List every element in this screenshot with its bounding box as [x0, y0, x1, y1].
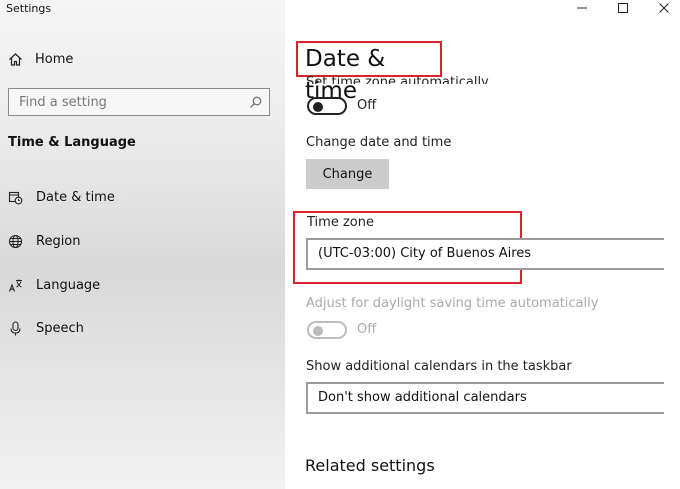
- minimize-button[interactable]: [570, 0, 594, 16]
- daylight-saving-state: Off: [357, 322, 377, 337]
- sidebar-item-label: Date & time: [36, 189, 115, 205]
- microphone-icon: [8, 320, 23, 336]
- set-timezone-auto-label: Set time zone automatically: [306, 75, 489, 84]
- sidebar-item-speech[interactable]: Speech: [8, 319, 84, 337]
- set-timezone-auto-state: Off: [357, 98, 377, 113]
- language-icon: [8, 278, 23, 293]
- search-input[interactable]: Find a setting: [8, 88, 270, 116]
- window-title: Settings: [6, 2, 52, 15]
- maximize-icon: [618, 3, 628, 13]
- maximize-button[interactable]: [611, 0, 635, 16]
- close-icon: [659, 3, 669, 13]
- additional-calendars-label: Show additional calendars in the taskbar: [306, 359, 572, 374]
- change-date-time-label: Change date and time: [306, 135, 452, 150]
- home-icon: [8, 52, 23, 67]
- sidebar-item-label: Speech: [36, 320, 84, 336]
- minimize-icon: [577, 7, 587, 9]
- home-label: Home: [35, 51, 74, 67]
- set-timezone-auto-toggle[interactable]: [307, 97, 347, 115]
- globe-icon: [8, 234, 23, 249]
- related-settings-heading: Related settings: [305, 456, 435, 475]
- toggle-knob: [313, 102, 323, 112]
- sidebar-item-region[interactable]: Region: [8, 232, 81, 250]
- search-icon: [248, 95, 263, 110]
- additional-calendars-dropdown[interactable]: Don't show additional calendars: [306, 382, 664, 414]
- close-button[interactable]: [652, 0, 676, 16]
- section-title: Time & Language: [8, 135, 136, 150]
- change-button[interactable]: Change: [306, 159, 389, 189]
- sidebar-item-date-time[interactable]: Date & time: [8, 188, 115, 206]
- home-nav-item[interactable]: Home: [8, 50, 73, 68]
- daylight-saving-toggle[interactable]: [307, 321, 347, 339]
- time-zone-dropdown[interactable]: (UTC-03:00) City of Buenos Aires: [306, 238, 664, 270]
- toggle-knob: [313, 326, 323, 336]
- daylight-saving-label: Adjust for daylight saving time automati…: [306, 296, 599, 311]
- sidebar-item-language[interactable]: Language: [8, 276, 100, 294]
- sidebar-item-label: Language: [36, 277, 101, 293]
- search-placeholder: Find a setting: [19, 94, 107, 110]
- sidebar: Settings Home Find a setting Time & Lang…: [0, 0, 285, 489]
- sidebar-item-label: Region: [36, 233, 81, 249]
- calendar-clock-icon: [8, 190, 23, 205]
- time-zone-label: Time zone: [307, 215, 374, 230]
